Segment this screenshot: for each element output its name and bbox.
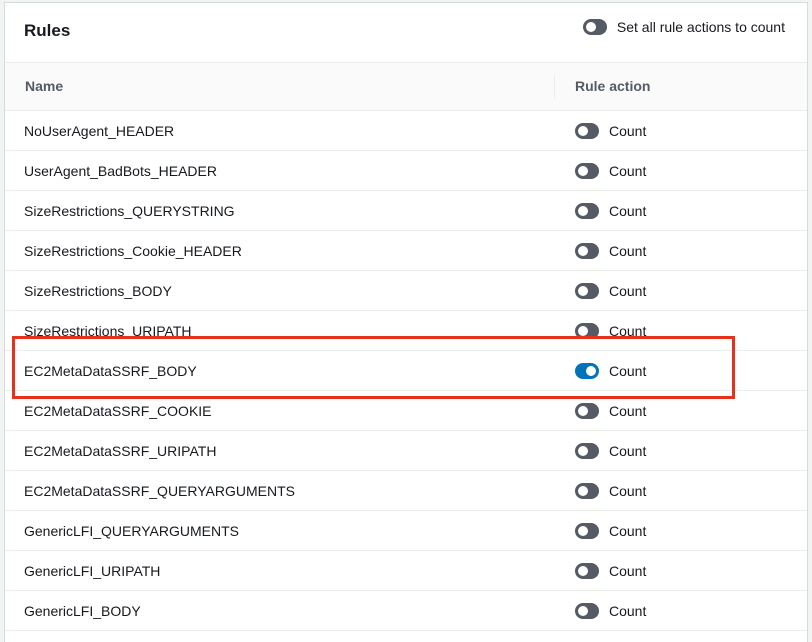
rules-list: NoUserAgent_HEADER Count UserAgent_BadBots… — [5, 111, 807, 631]
rule-action-label: Count — [609, 403, 647, 419]
toggle-knob — [586, 366, 596, 376]
rule-action-label: Count — [609, 483, 647, 499]
rule-name: SizeRestrictions_Cookie_HEADER — [24, 243, 242, 259]
table-row: EC2MetaDataSSRF_BODY Count — [5, 351, 807, 391]
rule-name: GenericLFI_QUERYARGUMENTS — [24, 523, 239, 539]
column-header-name: Name — [25, 78, 64, 94]
rule-name: GenericLFI_URIPATH — [24, 563, 161, 579]
toggle-knob — [578, 566, 588, 576]
toggle-knob — [578, 446, 588, 456]
count-toggle[interactable] — [575, 403, 599, 419]
count-toggle[interactable] — [575, 523, 599, 539]
rule-name: SizeRestrictions_QUERYSTRING — [24, 203, 235, 219]
rule-action-control[interactable]: Count — [575, 363, 646, 379]
column-divider[interactable] — [554, 75, 555, 99]
table-row: GenericLFI_URIPATH Count — [5, 551, 807, 591]
rule-name: EC2MetaDataSSRF_BODY — [24, 363, 197, 379]
table-row: GenericLFI_BODY Count — [5, 591, 807, 631]
rule-name: UserAgent_BadBots_HEADER — [24, 163, 217, 179]
toggle-knob — [578, 326, 588, 336]
count-toggle[interactable] — [575, 243, 599, 259]
count-toggle[interactable] — [575, 283, 599, 299]
count-toggle[interactable] — [575, 443, 599, 459]
rule-action-control[interactable]: Count — [575, 243, 646, 259]
rule-action-label: Count — [609, 603, 647, 619]
rule-name: NoUserAgent_HEADER — [24, 123, 175, 139]
table-row: SizeRestrictions_BODY Count — [5, 271, 807, 311]
panel-header: Rules Set all rule actions to count — [5, 3, 807, 63]
rule-action-control[interactable]: Count — [575, 323, 646, 339]
toggle-knob — [578, 526, 588, 536]
table-row: SizeRestrictions_QUERYSTRING Count — [5, 191, 807, 231]
toggle-knob — [578, 126, 588, 136]
toggle-knob — [585, 22, 596, 32]
rule-action-label: Count — [609, 323, 647, 339]
count-toggle[interactable] — [575, 163, 599, 179]
rule-action-label: Count — [609, 243, 647, 259]
toggle-knob — [578, 206, 588, 216]
table-row: EC2MetaDataSSRF_QUERYARGUMENTS Count — [5, 471, 807, 511]
rule-name: EC2MetaDataSSRF_COOKIE — [24, 403, 212, 419]
table-row: GenericLFI_QUERYARGUMENTS Count — [5, 511, 807, 551]
panel-title: Rules — [24, 21, 71, 40]
rule-action-label: Count — [609, 163, 647, 179]
count-toggle[interactable] — [575, 363, 599, 379]
rule-action-label: Count — [609, 443, 647, 459]
set-all-count-control[interactable]: Set all rule actions to count — [582, 19, 785, 35]
table-row: EC2MetaDataSSRF_COOKIE Count — [5, 391, 807, 431]
rule-action-control[interactable]: Count — [575, 123, 646, 139]
rule-action-control[interactable]: Count — [575, 443, 646, 459]
count-toggle[interactable] — [575, 563, 599, 579]
rule-action-label: Count — [609, 523, 647, 539]
table-header: Name Rule action — [5, 63, 807, 111]
rule-action-control[interactable]: Count — [575, 523, 646, 539]
rule-name: EC2MetaDataSSRF_URIPATH — [24, 443, 217, 459]
rule-action-control[interactable]: Count — [575, 603, 646, 619]
count-toggle[interactable] — [575, 483, 599, 499]
rules-panel: Rules Set all rule actions to count Name… — [4, 2, 808, 642]
toggle-knob — [578, 286, 588, 296]
toggle-knob — [578, 246, 588, 256]
count-toggle[interactable] — [575, 203, 599, 219]
count-toggle[interactable] — [575, 323, 599, 339]
rule-action-label: Count — [609, 123, 647, 139]
table-row: SizeRestrictions_URIPATH Count — [5, 311, 807, 351]
column-header-rule-action: Rule action — [575, 78, 651, 94]
count-toggle[interactable] — [575, 603, 599, 619]
toggle-knob — [578, 406, 588, 416]
rule-action-label: Count — [609, 363, 647, 379]
table-row: NoUserAgent_HEADER Count — [5, 111, 807, 151]
set-all-count-label: Set all rule actions to count — [616, 19, 785, 35]
rule-action-label: Count — [609, 563, 647, 579]
rule-name: GenericLFI_BODY — [24, 603, 141, 619]
set-all-count-toggle[interactable] — [582, 19, 607, 35]
toggle-knob — [578, 166, 588, 176]
table-row: UserAgent_BadBots_HEADER Count — [5, 151, 807, 191]
rule-action-control[interactable]: Count — [575, 283, 646, 299]
rule-action-control[interactable]: Count — [575, 203, 646, 219]
rule-action-control[interactable]: Count — [575, 163, 646, 179]
table-row: EC2MetaDataSSRF_URIPATH Count — [5, 431, 807, 471]
rule-action-control[interactable]: Count — [575, 403, 646, 419]
rule-name: SizeRestrictions_URIPATH — [24, 323, 192, 339]
rule-action-label: Count — [609, 283, 647, 299]
rule-action-control[interactable]: Count — [575, 483, 646, 499]
table-row: SizeRestrictions_Cookie_HEADER Count — [5, 231, 807, 271]
rule-name: EC2MetaDataSSRF_QUERYARGUMENTS — [24, 483, 295, 499]
rule-action-label: Count — [609, 203, 647, 219]
count-toggle[interactable] — [575, 123, 599, 139]
toggle-knob — [578, 486, 588, 496]
rule-action-control[interactable]: Count — [575, 563, 646, 579]
rule-name: SizeRestrictions_BODY — [24, 283, 172, 299]
